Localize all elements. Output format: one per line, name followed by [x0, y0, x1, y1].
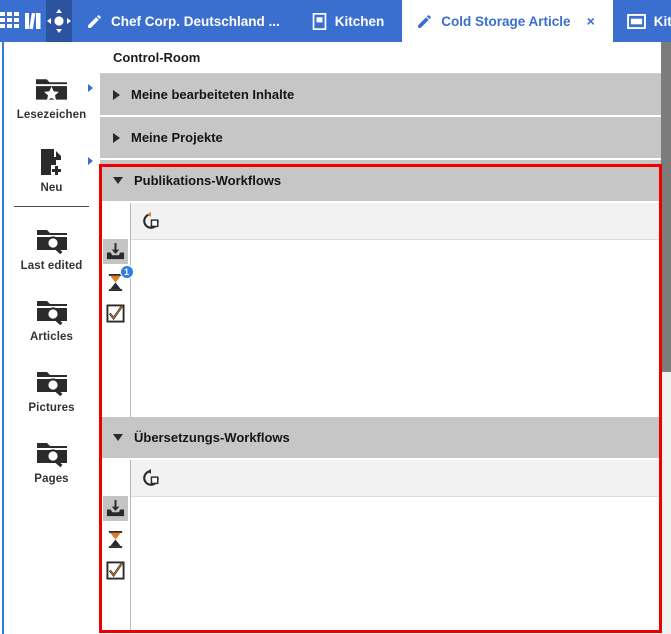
left-sidebar: Lesezeichen Neu Last edited Articles Pic…	[4, 42, 99, 634]
sidebar-item-neu[interactable]: Neu	[4, 137, 99, 200]
pencil-icon	[86, 13, 103, 30]
tab-label: Chef Corp. Deutschland ...	[111, 13, 280, 29]
section-header-meine-bearbeiteten-inhalte[interactable]: Meine bearbeiteten Inhalte	[100, 74, 661, 117]
sidebar-item-last-edited[interactable]: Last edited	[4, 215, 99, 278]
sidebar-item-label: Last edited	[20, 260, 83, 272]
workflow-tab-inbox[interactable]	[102, 496, 128, 521]
tab-kit-partial[interactable]: Kit	[613, 0, 671, 42]
section-title: Meine Projekte	[131, 130, 223, 145]
tab-close-icon[interactable]: ×	[587, 13, 595, 29]
sidebar-item-label: Lesezeichen	[16, 109, 87, 121]
chevron-right-icon[interactable]	[88, 84, 93, 92]
workflow-content-pane	[131, 203, 661, 417]
section-title: Publikations-Workflows	[134, 173, 282, 188]
tab-kitchen[interactable]: Kitchen	[298, 0, 403, 42]
sidebar-item-label: Pictures	[28, 402, 75, 414]
tab-label: Kitchen	[334, 13, 385, 29]
chevron-down-icon	[113, 177, 123, 184]
main-content: Control-Room Meine bearbeiteten Inhalte …	[100, 42, 661, 634]
folder-search-icon	[36, 365, 68, 399]
workflow-tab-pending[interactable]: 1	[103, 265, 134, 295]
sidebar-item-lesezeichen[interactable]: Lesezeichen	[4, 64, 99, 127]
control-room-navigator-icon[interactable]	[46, 0, 72, 42]
pencil-icon	[416, 13, 433, 30]
folder-search-icon	[36, 223, 68, 257]
tab-label: Cold Storage Article	[441, 13, 571, 29]
sidebar-item-pages[interactable]: Pages	[4, 428, 99, 491]
folder-search-icon	[36, 436, 68, 470]
refresh-icon[interactable]	[140, 210, 162, 232]
application-window: Chef Corp. Deutschland ... Kitchen Cold …	[0, 0, 671, 634]
vertical-scrollbar[interactable]	[661, 42, 671, 634]
workflow-tab-done[interactable]	[103, 301, 128, 326]
section-header-uebersetzungs-workflows[interactable]: Übersetzungs-Workflows	[100, 417, 661, 460]
scrollbar-thumb[interactable]	[661, 42, 671, 372]
tab-label: Kit	[653, 13, 671, 29]
section-header-publikations-workflows[interactable]: Publikations-Workflows	[100, 160, 661, 203]
sidebar-item-label: Neu	[40, 182, 63, 194]
chevron-down-icon	[113, 434, 123, 441]
pending-count-badge: 1	[119, 265, 134, 279]
top-toolbar: Chef Corp. Deutschland ... Kitchen Cold …	[0, 0, 671, 42]
workflow-tab-rail	[100, 460, 131, 630]
publikations-workflows-panel: 1	[100, 203, 661, 417]
section-title: Meine bearbeiteten Inhalte	[131, 87, 295, 102]
tab-chef-corp-deutschland[interactable]: Chef Corp. Deutschland ...	[72, 0, 298, 42]
workflow-tab-inbox[interactable]	[102, 239, 128, 264]
window-icon	[626, 13, 646, 29]
sidebar-item-label: Articles	[30, 331, 73, 343]
sidebar-item-pictures[interactable]: Pictures	[4, 357, 99, 420]
folder-search-icon	[36, 294, 68, 328]
apps-grid-icon[interactable]	[0, 0, 22, 42]
section-header-meine-projekte[interactable]: Meine Projekte	[100, 117, 661, 160]
chevron-right-icon	[113, 89, 120, 100]
tab-cold-storage-article[interactable]: Cold Storage Article ×	[402, 0, 613, 42]
breadcrumb: Control-Room	[100, 42, 661, 74]
workflow-content-pane	[131, 460, 661, 630]
workflow-toolbar	[131, 460, 661, 497]
chevron-right-icon	[113, 132, 120, 143]
library-books-icon[interactable]	[22, 0, 46, 42]
sidebar-divider	[14, 206, 89, 207]
page-plus-icon	[37, 145, 67, 179]
uebersetzungs-workflows-panel	[100, 460, 661, 630]
folder-star-icon	[35, 72, 68, 106]
refresh-icon[interactable]	[140, 467, 162, 489]
sidebar-item-articles[interactable]: Articles	[4, 286, 99, 349]
workflow-toolbar	[131, 203, 661, 240]
section-title: Übersetzungs-Workflows	[134, 430, 290, 445]
chevron-right-icon[interactable]	[88, 157, 93, 165]
sidebar-item-label: Pages	[34, 473, 69, 485]
workflow-row-list[interactable]	[131, 497, 661, 630]
workflow-row-list[interactable]	[131, 240, 661, 417]
workflow-tab-done[interactable]	[103, 558, 128, 583]
workflow-tab-pending[interactable]	[103, 527, 128, 552]
document-icon	[312, 12, 327, 30]
workflow-tab-rail: 1	[100, 203, 134, 417]
